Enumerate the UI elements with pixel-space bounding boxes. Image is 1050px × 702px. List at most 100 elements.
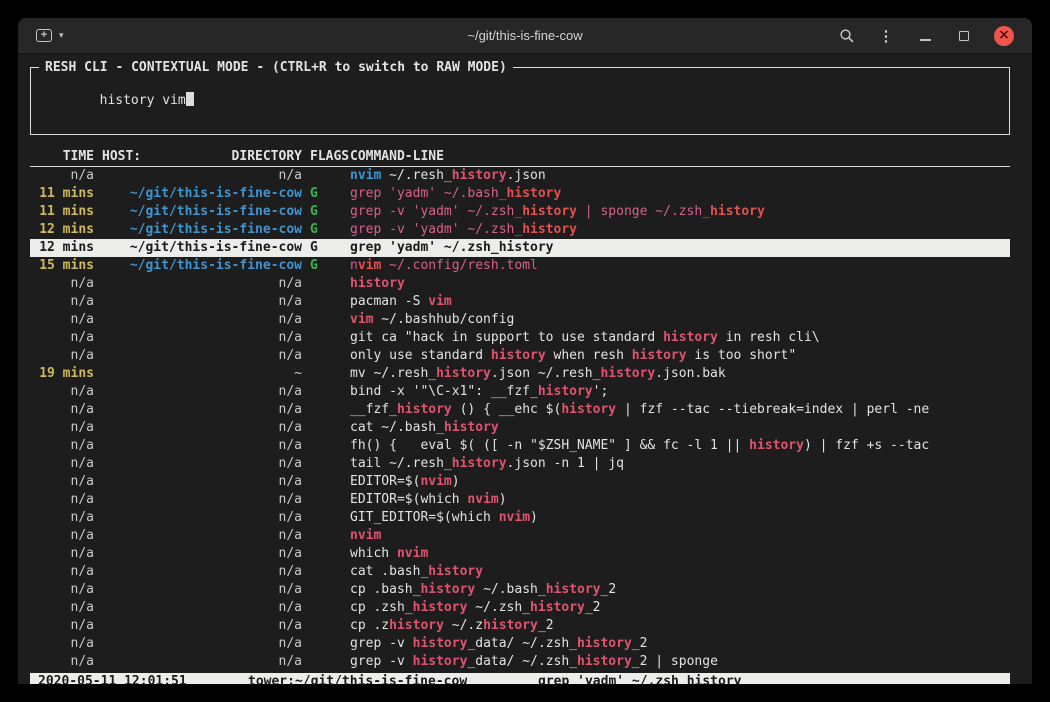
history-row[interactable]: 12 mins~/git/this-is-fine-cowGgrep -v 'y… [30,221,1010,239]
history-row[interactable]: n/an/anvim ~/.resh_history.json [30,167,1010,185]
row-directory: n/a [94,491,302,509]
history-row[interactable]: n/an/afh() { eval $( ([ -n "$ZSH_NAME" ]… [30,437,1010,455]
row-command: which nvim [350,545,1010,563]
row-directory: n/a [94,599,302,617]
search-input[interactable]: history vim [37,74,1003,128]
row-time: n/a [30,563,94,581]
row-flags [302,365,350,383]
history-row[interactable]: n/an/aEDITOR=$(which nvim) [30,491,1010,509]
row-time: n/a [30,509,94,527]
row-flags [302,473,350,491]
new-terminal-icon [36,29,52,42]
row-time: n/a [30,653,94,671]
history-row-selected[interactable]: 12 mins~/git/this-is-fine-cowGgrep 'yadm… [30,239,1010,257]
selected-entry-details: 2020-05-11 12:01:51 tower:~/git/this-is-… [30,673,1010,684]
row-command: nvim ~/.config/resh.toml [350,257,1010,275]
row-time: n/a [30,275,94,293]
titlebar[interactable]: ▾ ~/git/this-is-fine-cow ⋮ × [18,18,1032,54]
row-time: n/a [30,167,94,185]
history-row[interactable]: 11 mins~/git/this-is-fine-cowGgrep -v 'y… [30,203,1010,221]
row-directory: n/a [94,167,302,185]
history-row[interactable]: n/an/ahistory [30,275,1010,293]
row-time: n/a [30,599,94,617]
row-command: mv ~/.resh_history.json ~/.resh_history.… [350,365,1010,383]
row-flags [302,293,350,311]
row-directory: n/a [94,617,302,635]
row-command: git ca "hack in support to use standard … [350,329,1010,347]
history-row[interactable]: n/an/abind -x '"\C-x1": __fzf_history'; [30,383,1010,401]
row-command: cat ~/.bash_history [350,419,1010,437]
row-flags [302,527,350,545]
close-icon: × [998,28,1010,42]
restore-icon [959,31,969,41]
row-time: 15 mins [30,257,94,275]
history-rows: n/an/anvim ~/.resh_history.json11 mins~/… [30,167,1010,671]
table-header: TIME HOST:DIRECTORY FLAGS COMMAND-LINE [30,148,1010,167]
row-flags [302,419,350,437]
row-flags [302,401,350,419]
terminal-content[interactable]: RESH CLI - CONTEXTUAL MODE - (CTRL+R to … [18,54,1032,684]
row-command: GIT_EDITOR=$(which nvim) [350,509,1010,527]
row-command: bind -x '"\C-x1": __fzf_history'; [350,383,1010,401]
restore-button[interactable] [955,27,973,45]
row-command: grep -v history_data/ ~/.zsh_history_2 [350,635,1010,653]
history-row[interactable]: n/an/apacman -S vim [30,293,1010,311]
history-row[interactable]: n/an/atail ~/.resh_history.json -n 1 | j… [30,455,1010,473]
row-directory: n/a [94,311,302,329]
row-directory: n/a [94,509,302,527]
history-row[interactable]: n/an/acp .zhistory ~/.zhistory_2 [30,617,1010,635]
close-button[interactable]: × [994,26,1014,46]
row-flags [302,383,350,401]
history-row[interactable]: n/an/a GIT_EDITOR=$(which nvim) [30,509,1010,527]
row-time: n/a [30,401,94,419]
history-row[interactable]: n/an/awhich nvim [30,545,1010,563]
new-terminal-button[interactable]: ▾ [36,29,64,42]
row-time: n/a [30,419,94,437]
history-row[interactable]: n/an/a__fzf_history () { __ehc $(history… [30,401,1010,419]
row-flags [302,599,350,617]
row-command: fh() { eval $( ([ -n "$ZSH_NAME" ] && fc… [350,437,1010,455]
row-time: n/a [30,581,94,599]
row-flags: G [302,203,350,221]
search-icon[interactable] [838,27,856,45]
row-time: n/a [30,455,94,473]
history-row[interactable]: n/an/aonly use standard history when res… [30,347,1010,365]
history-row[interactable]: 19 mins~mv ~/.resh_history.json ~/.resh_… [30,365,1010,383]
history-row[interactable]: n/an/agit ca "hack in support to use sta… [30,329,1010,347]
header-command-line: COMMAND-LINE [350,148,1010,166]
history-row[interactable]: 11 mins~/git/this-is-fine-cowGgrep 'yadm… [30,185,1010,203]
row-time: n/a [30,617,94,635]
selected-entry-timestamp: 2020-05-11 12:01:51 [30,673,248,684]
history-row[interactable]: n/an/acat ~/.bash_history [30,419,1010,437]
row-flags [302,563,350,581]
row-time: 19 mins [30,365,94,383]
kebab-menu-icon[interactable]: ⋮ [877,27,895,45]
row-time: 12 mins [30,221,94,239]
row-time: 11 mins [30,185,94,203]
text-cursor [186,92,194,106]
history-row[interactable]: n/an/avim ~/.bashhub/config [30,311,1010,329]
header-flags: FLAGS [302,148,350,166]
row-flags: G [302,257,350,275]
history-row[interactable]: n/an/acp .zsh_history ~/.zsh_history_2 [30,599,1010,617]
row-directory: n/a [94,293,302,311]
row-command: EDITOR=$(which nvim) [350,491,1010,509]
row-time: n/a [30,383,94,401]
row-flags [302,581,350,599]
history-row[interactable]: 15 mins~/git/this-is-fine-cowGnvim ~/.co… [30,257,1010,275]
row-directory: n/a [94,563,302,581]
history-row[interactable]: n/an/acat .bash_history [30,563,1010,581]
row-command: grep -v 'yadm' ~/.zsh_history | sponge ~… [350,203,1010,221]
history-row[interactable]: n/an/agrep -v history_data/ ~/.zsh_histo… [30,635,1010,653]
row-directory: n/a [94,635,302,653]
history-row[interactable]: n/an/aEDITOR=$(nvim) [30,473,1010,491]
history-row[interactable]: n/an/agrep -v history_data/ ~/.zsh_histo… [30,653,1010,671]
row-command: pacman -S vim [350,293,1010,311]
minimize-button[interactable] [916,27,934,45]
header-time: TIME [30,148,94,166]
row-flags [302,329,350,347]
row-time: n/a [30,347,94,365]
history-row[interactable]: n/an/acp .bash_history ~/.bash_history_2 [30,581,1010,599]
history-row[interactable]: n/an/anvim [30,527,1010,545]
header-host-directory: HOST:DIRECTORY [94,148,302,166]
